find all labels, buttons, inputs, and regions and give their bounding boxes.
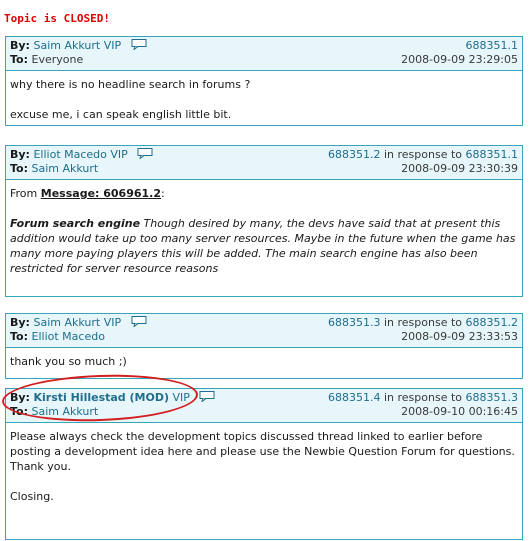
recipient-link[interactable]: Elliot Macedo bbox=[32, 330, 105, 343]
author-link[interactable]: Saim Akkurt bbox=[33, 39, 100, 52]
post-text: excuse me, i can speak english little bi… bbox=[10, 108, 232, 121]
post-body: thank you so much ;) bbox=[6, 348, 522, 378]
speech-bubble-icon[interactable] bbox=[199, 391, 215, 406]
post-id-link[interactable]: 688351.3 bbox=[328, 316, 381, 329]
speech-bubble-icon[interactable] bbox=[131, 39, 147, 54]
post-id-link[interactable]: 688351.4 bbox=[328, 391, 381, 404]
from-label: From bbox=[10, 187, 38, 200]
forum-post: By: Saim Akkurt VIP 688351.3 in response… bbox=[5, 313, 523, 379]
quoted-message-link[interactable]: Message: 606961.2 bbox=[41, 187, 161, 200]
post-body: From Message: 606961.2: Forum search eng… bbox=[6, 180, 522, 296]
author-badge: VIP bbox=[103, 316, 122, 329]
recipient: Everyone bbox=[31, 53, 84, 66]
author-link[interactable]: Elliot Macedo bbox=[33, 148, 106, 161]
by-label: By: bbox=[10, 148, 30, 161]
post-header: By: Saim Akkurt VIP 688351.3 in response… bbox=[6, 314, 522, 348]
post-header: By: Elliot Macedo VIP 688351.2 in respon… bbox=[6, 146, 522, 180]
quote-title: Forum search engine bbox=[10, 217, 141, 230]
author-badge: VIP bbox=[110, 148, 128, 161]
post-date: 2008-09-10 00:16:45 bbox=[401, 405, 518, 418]
post-date: 2008-09-09 23:30:39 bbox=[401, 162, 518, 175]
to-label: To: bbox=[10, 162, 28, 175]
quote-source: From Message: 606961.2: bbox=[10, 187, 165, 200]
by-label: By: bbox=[10, 316, 30, 329]
post-text: Thank you. bbox=[10, 460, 71, 473]
in-response-to-label: in response to bbox=[383, 391, 462, 404]
post-text: Closing. bbox=[10, 490, 54, 503]
post-body: Please always check the development topi… bbox=[6, 423, 522, 539]
post-id-link[interactable]: 688351.1 bbox=[466, 39, 519, 52]
post-text: Please always check the development topi… bbox=[10, 430, 515, 458]
post-body: why there is no headline search in forum… bbox=[6, 71, 522, 125]
forum-post: By: Saim Akkurt VIP 688351.1 To: Everyon… bbox=[5, 36, 523, 126]
recipient-link[interactable]: Saim Akkurt bbox=[32, 162, 99, 175]
topic-closed-status: Topic is CLOSED! bbox=[4, 12, 110, 25]
response-to-link[interactable]: 688351.2 bbox=[466, 316, 519, 329]
forum-post: By: Elliot Macedo VIP 688351.2 in respon… bbox=[5, 145, 523, 297]
post-date: 2008-09-09 23:29:05 bbox=[401, 53, 518, 66]
post-text: thank you so much ;) bbox=[10, 355, 127, 368]
post-id-link[interactable]: 688351.2 bbox=[328, 148, 381, 161]
speech-bubble-icon[interactable] bbox=[131, 316, 147, 331]
quoted-text: Forum search engine Though desired by ma… bbox=[10, 216, 518, 276]
post-text: why there is no headline search in forum… bbox=[10, 78, 251, 91]
to-label: To: bbox=[10, 53, 28, 66]
post-date: 2008-09-09 23:33:53 bbox=[401, 330, 518, 343]
response-to-link[interactable]: 688351.3 bbox=[466, 391, 519, 404]
response-to-link[interactable]: 688351.1 bbox=[466, 148, 519, 161]
author-link[interactable]: Saim Akkurt bbox=[33, 316, 100, 329]
author-badge: VIP bbox=[103, 39, 122, 52]
in-response-to-label: in response to bbox=[383, 316, 462, 329]
speech-bubble-icon[interactable] bbox=[137, 148, 153, 163]
post-header: By: Saim Akkurt VIP 688351.1 To: Everyon… bbox=[6, 37, 522, 71]
by-label: By: bbox=[10, 39, 30, 52]
in-response-to-label: in response to bbox=[383, 148, 462, 161]
to-label: To: bbox=[10, 330, 28, 343]
